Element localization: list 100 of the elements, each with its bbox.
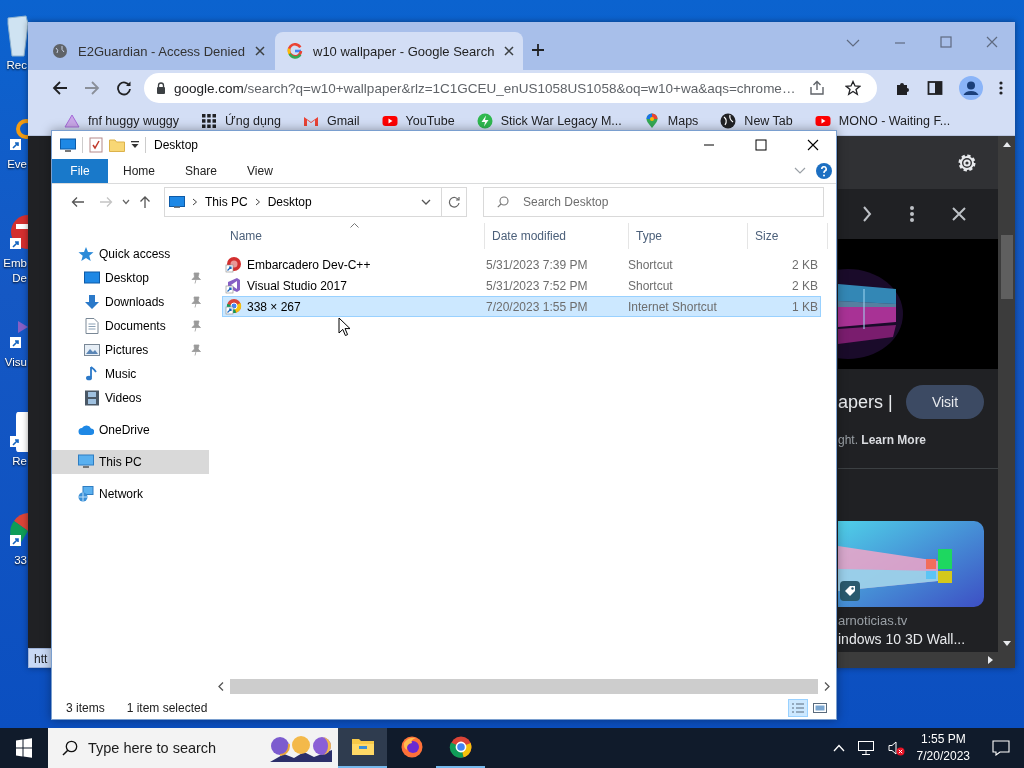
scroll-up-icon[interactable]: [1002, 142, 1011, 147]
pin-icon[interactable]: [191, 296, 201, 308]
desktop-icon-label[interactable]: Visu: [0, 355, 27, 370]
column-header[interactable]: Type: [629, 223, 748, 249]
browser-tab[interactable]: E2Guardian - Access Denied: [40, 32, 275, 70]
nav-item[interactable]: Downloads: [52, 290, 209, 314]
pin-icon[interactable]: [191, 344, 201, 356]
help-icon[interactable]: [816, 163, 832, 179]
globe-icon: [720, 112, 737, 129]
scroll-right-icon[interactable]: [988, 656, 993, 664]
file-row[interactable]: Embarcadero Dev-C++ 5/31/2023 7:39 PM Shortcut 2 KB: [222, 254, 821, 275]
ribbon-tab[interactable]: Share: [170, 159, 233, 183]
back-icon[interactable]: [52, 80, 68, 96]
network-icon[interactable]: [856, 740, 875, 756]
scroll-right-icon[interactable]: [824, 682, 830, 691]
bookmark[interactable]: Ứng dụng: [201, 112, 281, 129]
visual-studio-shortcut-icon: [225, 277, 243, 294]
film-icon: [84, 390, 100, 406]
breadcrumb-item[interactable]: Desktop: [267, 195, 312, 209]
bookmark[interactable]: YouTube: [381, 112, 455, 129]
search-field[interactable]: Search Desktop: [483, 187, 824, 217]
recent-locations-icon[interactable]: [122, 199, 130, 205]
bookmark[interactable]: New Tab: [720, 112, 793, 129]
file-row[interactable]: Visual Studio 2017 5/31/2023 7:52 PM Shortcut 2 KB: [222, 275, 821, 296]
notification-icon[interactable]: [992, 740, 1010, 756]
profile-icon[interactable]: [959, 76, 984, 100]
close-icon[interactable]: [952, 207, 966, 221]
scrollbar[interactable]: [998, 136, 1015, 652]
side-panel-icon[interactable]: [927, 80, 944, 96]
reload-icon[interactable]: [116, 80, 132, 96]
ribbon-tab[interactable]: Home: [108, 159, 170, 183]
chrome-icon: [448, 735, 473, 759]
download-icon: [84, 294, 100, 310]
breadcrumb-item[interactable]: This PC: [205, 195, 248, 209]
properties-icon[interactable]: [89, 137, 103, 153]
nav-item[interactable]: Network: [52, 482, 209, 506]
taskbar-search-field[interactable]: Type here to search: [48, 728, 338, 768]
scroll-left-icon[interactable]: [218, 682, 224, 691]
chevron-right-icon: [192, 198, 198, 206]
puzzle-icon[interactable]: [895, 80, 912, 96]
more-icon[interactable]: [910, 206, 914, 222]
expand-ribbon-icon[interactable]: [794, 167, 806, 175]
desktop-icon-label[interactable]: Re: [0, 454, 27, 469]
pin-icon[interactable]: [191, 320, 201, 332]
column-header[interactable]: Date modified: [485, 223, 629, 249]
column-header[interactable]: Name: [223, 223, 485, 249]
back-icon[interactable]: [71, 196, 85, 208]
tag-icon: [840, 581, 860, 601]
chevron-down-icon[interactable]: [846, 38, 860, 48]
nav-item[interactable]: Documents: [52, 314, 209, 338]
desktop-icon-label[interactable]: 33: [0, 553, 27, 568]
dropdown-icon[interactable]: [420, 199, 431, 205]
column-header[interactable]: Size: [748, 223, 828, 249]
music-note-icon: [84, 366, 100, 382]
ribbon-tab[interactable]: File: [52, 159, 108, 183]
bookmark[interactable]: fnf huggy wuggy: [64, 112, 180, 129]
menu-icon[interactable]: [999, 80, 1004, 96]
bookmark[interactable]: Stick War Legacy M...: [476, 112, 622, 129]
result-caption[interactable]: indows 10 3D Wall...: [838, 631, 998, 647]
scrollbar[interactable]: [838, 652, 1015, 668]
nav-item[interactable]: Videos: [52, 386, 209, 410]
scroll-thumb[interactable]: [1000, 235, 1013, 299]
star-icon[interactable]: [845, 80, 862, 96]
nav-item[interactable]: Desktop: [52, 266, 209, 290]
nav-item[interactable]: Music: [52, 362, 209, 386]
nav-item[interactable]: OneDrive: [52, 418, 209, 442]
share-icon[interactable]: [809, 80, 826, 96]
ribbon-tab[interactable]: View: [232, 159, 288, 183]
nav-item[interactable]: Pictures: [52, 338, 209, 362]
chevron-right-icon[interactable]: [862, 206, 872, 222]
address-bar[interactable]: google.com/search?q=w10+wallpaper&rlz=1C1GCEU_enUS1058US1058&oq=w10+wa&aqs=chrome…: [144, 73, 878, 103]
new-tab-icon[interactable]: [531, 43, 545, 57]
bookmark[interactable]: Gmail: [302, 112, 360, 129]
desktop-icon-label[interactable]: Rec: [0, 58, 27, 73]
pin-icon[interactable]: [191, 272, 201, 284]
large-icons-view-icon[interactable]: [812, 701, 828, 715]
visit-button[interactable]: Visit: [906, 385, 984, 419]
clock[interactable]: 1:55 PM 7/20/2023: [916, 731, 970, 765]
close-icon[interactable]: [504, 46, 515, 56]
taskbar-app[interactable]: [338, 728, 387, 768]
desktop-icon-label[interactable]: Eve: [0, 157, 27, 172]
close-icon[interactable]: [254, 46, 265, 56]
nav-item[interactable]: Quick access: [52, 242, 209, 266]
address-field[interactable]: This PC Desktop: [164, 187, 442, 217]
desktop-icon-label[interactable]: Emb De: [0, 256, 27, 286]
dropdown-icon[interactable]: [131, 141, 139, 149]
nav-item[interactable]: This PC: [52, 450, 209, 474]
file-row[interactable]: 338 × 267 7/20/2023 1:55 PM Internet Shortcut 1 KB: [222, 296, 821, 317]
chevron-up-icon[interactable]: [832, 744, 845, 752]
bookmark[interactable]: MONO - Waiting F...: [814, 112, 951, 129]
google-icon: [287, 43, 303, 59]
browser-tab[interactable]: w10 wallpaper - Google Search: [275, 32, 523, 70]
volume-icon[interactable]: [886, 740, 905, 756]
refresh-button[interactable]: [441, 187, 467, 217]
result-title[interactable]: apers |: [838, 391, 893, 413]
up-icon[interactable]: [139, 195, 151, 209]
bookmark[interactable]: Maps: [643, 112, 699, 129]
refresh-icon: [447, 196, 460, 208]
scroll-down-icon[interactable]: [1002, 641, 1011, 646]
scroll-thumb[interactable]: [230, 679, 818, 694]
